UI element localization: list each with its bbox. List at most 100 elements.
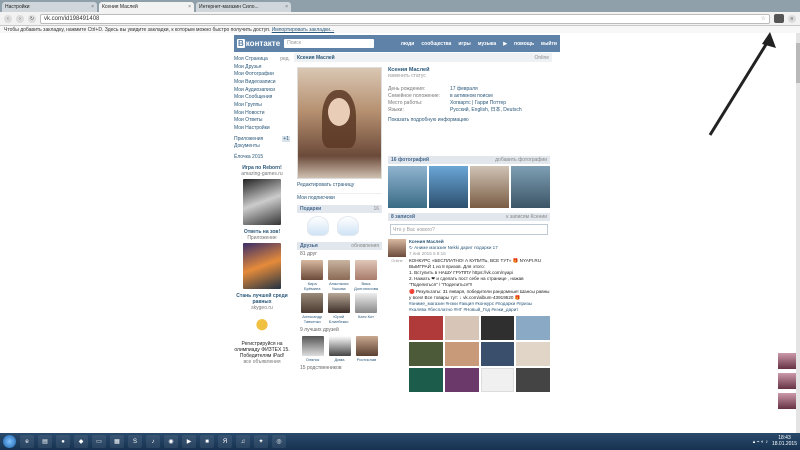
post-image[interactable] — [444, 342, 479, 367]
star-icon[interactable]: ☆ — [761, 15, 766, 22]
menu-item-groups[interactable]: Мои Группы — [234, 101, 290, 109]
ad-block[interactable]: Ответь на зов! Приложение — [234, 229, 290, 289]
nav-people[interactable]: люди — [401, 41, 415, 47]
audio-icon[interactable]: ♫ — [236, 435, 250, 448]
gift-item[interactable] — [307, 216, 329, 236]
tab-settings[interactable]: Настройки × — [2, 2, 97, 12]
post-image[interactable] — [409, 368, 443, 393]
tool-icon[interactable]: ✦ — [254, 435, 268, 448]
photo-thumb[interactable] — [470, 166, 509, 208]
yandex-icon[interactable]: Я — [218, 435, 232, 448]
nav-logout[interactable]: выйти — [541, 41, 557, 47]
gifts-header[interactable]: Подарки 16 — [297, 205, 382, 213]
start-button[interactable] — [3, 435, 16, 448]
friend-card[interactable]: Александр Тавченко — [301, 293, 324, 324]
clock[interactable]: 18:43 18.01.2015 — [772, 435, 797, 447]
vk-logo[interactable]: Вконтакте — [237, 39, 280, 48]
new-post-input[interactable]: Что у Вас нового? — [390, 224, 548, 235]
close-icon[interactable]: × — [91, 4, 94, 10]
files-icon[interactable]: ▦ — [110, 435, 124, 448]
gift-item[interactable] — [337, 216, 359, 236]
all-ads-link[interactable]: все объявления — [234, 359, 290, 365]
photo-thumb[interactable] — [429, 166, 468, 208]
post-image[interactable] — [480, 368, 515, 393]
friend-card[interactable]: Катя Кот — [354, 293, 378, 324]
photos-header[interactable]: 16 фотографий добавить фотографии — [388, 156, 550, 164]
skype-icon[interactable]: S — [128, 435, 142, 448]
forward-icon[interactable]: › — [16, 14, 24, 23]
menu-icon[interactable]: ≡ — [788, 14, 796, 23]
app-icon[interactable]: ■ — [200, 435, 214, 448]
ad-image[interactable] — [249, 312, 275, 339]
nav-music[interactable]: музыка — [478, 41, 496, 47]
ad-block[interactable]: Игра по Reborn! amazing-games.ru — [234, 165, 290, 225]
ie-icon[interactable]: e — [20, 435, 34, 448]
menu-item-videos[interactable]: Мои Видеозаписи — [234, 78, 290, 86]
profile-photo[interactable] — [297, 67, 382, 179]
url-input[interactable]: vk.com/id198491408 ☆ — [40, 13, 770, 24]
app-icon[interactable]: ◆ — [74, 435, 88, 448]
chrome-icon[interactable]: ● — [56, 435, 70, 448]
chat-avatar[interactable] — [778, 373, 796, 389]
ad-block[interactable]: Стань лучшей среди равных skygeo.ru Реги… — [234, 293, 290, 365]
nav-communities[interactable]: сообщества — [421, 41, 451, 47]
post-image[interactable] — [409, 342, 443, 367]
friends-header[interactable]: Друзья обновления — [297, 242, 382, 250]
page-scrollbar[interactable] — [796, 33, 800, 433]
menu-item-friends[interactable]: Мои Друзья — [234, 63, 290, 71]
menu-item-messages[interactable]: Мои Сообщения — [234, 93, 290, 101]
tab-profile[interactable]: Ксения Маслей × — [99, 2, 194, 12]
chat-avatar[interactable] — [778, 353, 796, 369]
game-icon[interactable]: ◉ — [164, 435, 178, 448]
post-image[interactable] — [516, 316, 550, 341]
close-icon[interactable]: × — [285, 4, 288, 10]
friend-card[interactable]: Кира Брёмина — [301, 260, 324, 291]
friend-card[interactable]: Оляпск — [301, 336, 324, 362]
post-avatar[interactable] — [388, 239, 406, 257]
close-icon[interactable]: × — [188, 4, 191, 10]
ad-image[interactable] — [243, 242, 281, 289]
ad-image[interactable] — [243, 178, 281, 225]
video-icon[interactable]: ▶ — [182, 435, 196, 448]
relatives-count[interactable]: 15 родственников — [297, 364, 382, 372]
menu-item-photos[interactable]: Мои Фотографии — [234, 70, 290, 78]
info-value[interactable]: 17 февраля — [450, 86, 478, 92]
media-icon[interactable]: ♪ — [146, 435, 160, 448]
scrollbar-thumb[interactable] — [796, 43, 800, 83]
photo-thumb[interactable] — [511, 166, 550, 208]
edit-link[interactable]: ред. — [280, 56, 290, 62]
nav-games[interactable]: игры — [458, 41, 470, 47]
friend-card[interactable]: Дима — [328, 336, 351, 362]
post-image[interactable] — [516, 368, 550, 393]
menu-item-answers[interactable]: Мои Ответы — [234, 117, 290, 125]
play-icon[interactable]: ▶ — [503, 41, 507, 47]
friend-card[interactable]: Вика Долгополова — [354, 260, 378, 291]
subscribers-link[interactable]: Мои подписчики — [297, 193, 382, 202]
steam-icon[interactable]: ◎ — [272, 435, 286, 448]
post-image[interactable] — [444, 368, 479, 393]
menu-item-my-page[interactable]: Моя Страница ред. — [234, 55, 290, 63]
wall-count[interactable]: 8 записей — [391, 214, 415, 220]
friend-card[interactable]: Ростислав — [355, 336, 378, 362]
menu-item-tree[interactable]: Ёлочка 2015 — [234, 153, 290, 161]
status-edit-link[interactable]: изменить статус — [388, 73, 550, 79]
edit-page-link[interactable]: Редактировать страницу — [297, 182, 354, 188]
back-icon[interactable]: ‹ — [4, 14, 12, 23]
add-photos-link[interactable]: добавить фотографии — [495, 157, 547, 163]
chat-extension-icon[interactable] — [774, 14, 784, 23]
post-hashtags[interactable]: #аниме_магазин #нэки #акция #конкурс #по… — [409, 301, 550, 313]
friend-card[interactable]: Юрий Блинбекко — [327, 293, 350, 324]
explorer-icon[interactable]: ▤ — [38, 435, 52, 448]
menu-item-apps[interactable]: Приложения +1 — [234, 135, 290, 143]
nav-help[interactable]: помощь — [514, 41, 534, 47]
tab-shop[interactable]: Интернет-магазин Сило... × — [196, 2, 291, 12]
info-value[interactable]: Хогвартс | Гарри Поттер — [450, 100, 506, 106]
post-image[interactable] — [480, 316, 515, 341]
menu-item-settings[interactable]: Мои Настройки — [234, 124, 290, 132]
menu-item-docs[interactable]: Документы — [234, 143, 290, 151]
folder-icon[interactable]: ▭ — [92, 435, 106, 448]
friends-updates[interactable]: обновления — [351, 243, 379, 249]
friend-card[interactable]: Анастасия Ушкова — [327, 260, 350, 291]
post-image[interactable] — [480, 342, 515, 367]
photo-thumb[interactable] — [388, 166, 427, 208]
